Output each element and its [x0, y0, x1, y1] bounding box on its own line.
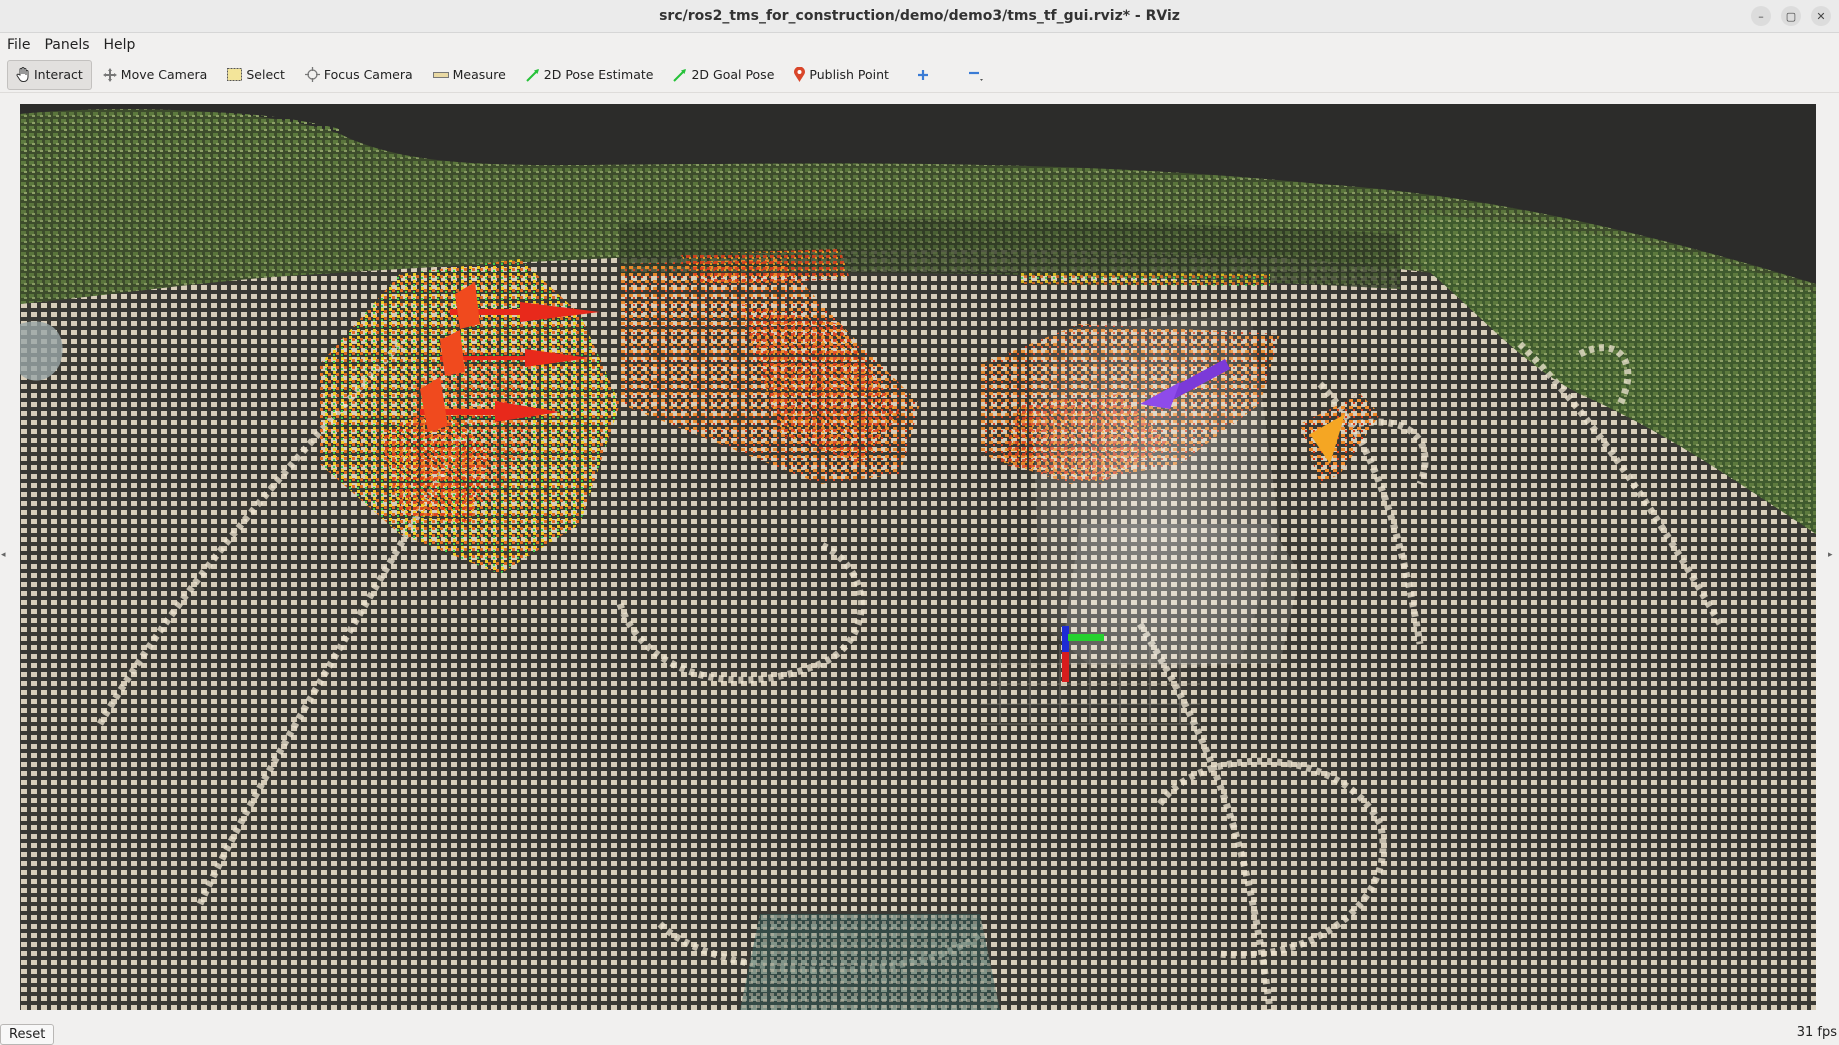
reset-button[interactable]: Reset — [0, 1024, 55, 1045]
status-bar: Reset 31 fps — [0, 1022, 1839, 1045]
tool-label: Select — [246, 67, 285, 82]
tool-focus-camera[interactable]: Focus Camera — [296, 60, 422, 90]
tool-label: Measure — [452, 67, 506, 82]
tool-label: Focus Camera — [323, 67, 413, 82]
add-tool-button[interactable] — [908, 60, 938, 90]
maximize-button[interactable]: ▢ — [1781, 6, 1801, 26]
fps-counter: 31 fps — [1796, 1025, 1837, 1040]
select-icon — [227, 68, 243, 81]
hand-icon — [16, 67, 29, 82]
right-panel-toggle-icon[interactable]: ▸ — [1828, 550, 1833, 560]
window-title: src/ros2_tms_for_construction/demo/demo3… — [659, 8, 1180, 24]
menu-file[interactable]: File — [0, 37, 37, 53]
menu-bar: File Panels Help — [0, 33, 1839, 57]
left-panel-toggle-icon[interactable]: ◂ — [1, 550, 6, 560]
remove-tool-button[interactable] — [958, 60, 994, 90]
measure-icon — [432, 71, 449, 78]
publish-point-icon — [794, 67, 806, 82]
tool-publish-point[interactable]: Publish Point — [785, 60, 898, 90]
focus-camera-icon — [304, 67, 320, 82]
minimize-button[interactable]: – — [1751, 6, 1771, 26]
tool-label: Publish Point — [809, 67, 889, 82]
tool-interact[interactable]: Interact — [7, 59, 92, 90]
tool-bar: Interact Move Camera Select Focus Camera… — [0, 57, 1839, 93]
tool-label: Move Camera — [120, 67, 208, 82]
minus-icon — [968, 71, 983, 81]
tool-label: 2D Goal Pose — [691, 67, 775, 82]
goal-pose-icon — [673, 68, 687, 82]
window-controls: – ▢ ✕ — [1751, 6, 1831, 26]
render-viewport[interactable] — [20, 104, 1816, 1010]
tool-measure[interactable]: Measure — [424, 60, 515, 90]
tool-2d-goal-pose[interactable]: 2D Goal Pose — [664, 60, 783, 90]
tool-move-camera[interactable]: Move Camera — [94, 60, 217, 90]
tool-2d-pose-estimate[interactable]: 2D Pose Estimate — [517, 60, 663, 90]
move-camera-icon — [102, 67, 117, 82]
point-cloud-scene — [20, 104, 1816, 1010]
tool-label: 2D Pose Estimate — [543, 67, 654, 82]
plus-icon — [917, 69, 928, 80]
title-bar: src/ros2_tms_for_construction/demo/demo3… — [0, 0, 1839, 33]
tool-label: Interact — [34, 67, 83, 82]
close-button[interactable]: ✕ — [1811, 6, 1831, 26]
menu-help[interactable]: Help — [97, 37, 143, 53]
pose-estimate-icon — [526, 68, 539, 82]
menu-panels[interactable]: Panels — [37, 37, 96, 53]
tool-select[interactable]: Select — [218, 60, 294, 90]
